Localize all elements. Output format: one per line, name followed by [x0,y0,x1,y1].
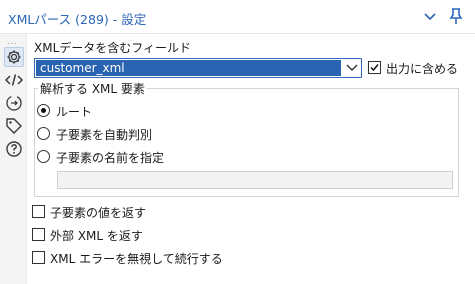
return-outer-xml-checkbox[interactable] [32,228,45,241]
help-icon[interactable] [4,139,24,159]
include-in-output-label: 出力に含める [386,62,459,76]
code-icon[interactable] [4,70,24,90]
radio-root-label: ルート [56,105,93,119]
radio-specify-child-name-label: 子要素の名前を指定 [56,151,165,165]
panel-title: XMLパース (289) - 設定 [8,12,147,27]
return-child-values-checkbox[interactable] [32,205,45,218]
connection-icon[interactable] [4,93,24,113]
return-child-values-label: 子要素の値を返す [50,206,147,220]
more-indicator: ... [7,37,18,46]
radio-selected-dot [41,108,46,113]
radio-auto-detect-child-label: 子要素を自動判別 [56,128,153,142]
radio-specify-child-name[interactable] [37,150,50,163]
panel-header: XMLパース (289) - 設定 [0,0,475,34]
radio-root[interactable] [37,104,50,117]
field-label: XMLデータを含むフィールド [34,41,192,55]
radio-auto-detect-child[interactable] [37,127,50,140]
tag-icon[interactable] [4,116,24,136]
field-select[interactable]: customer_xml [34,58,362,78]
chevron-down-icon[interactable] [422,8,438,24]
gear-icon[interactable] [4,47,24,67]
pin-icon[interactable] [447,7,465,25]
return-outer-xml-label: 外部 XML を返す [50,229,143,243]
chevron-down-icon[interactable] [345,62,359,74]
ignore-xml-errors-label: XML エラーを無視して続行する [50,252,223,266]
group-title: 解析する XML 要素 [38,80,147,97]
icon-rail: ... [0,34,27,284]
ignore-xml-errors-checkbox[interactable] [32,251,45,264]
field-select-value: customer_xml [36,60,341,76]
include-in-output-checkbox[interactable] [368,61,381,74]
child-name-input[interactable] [57,171,453,189]
